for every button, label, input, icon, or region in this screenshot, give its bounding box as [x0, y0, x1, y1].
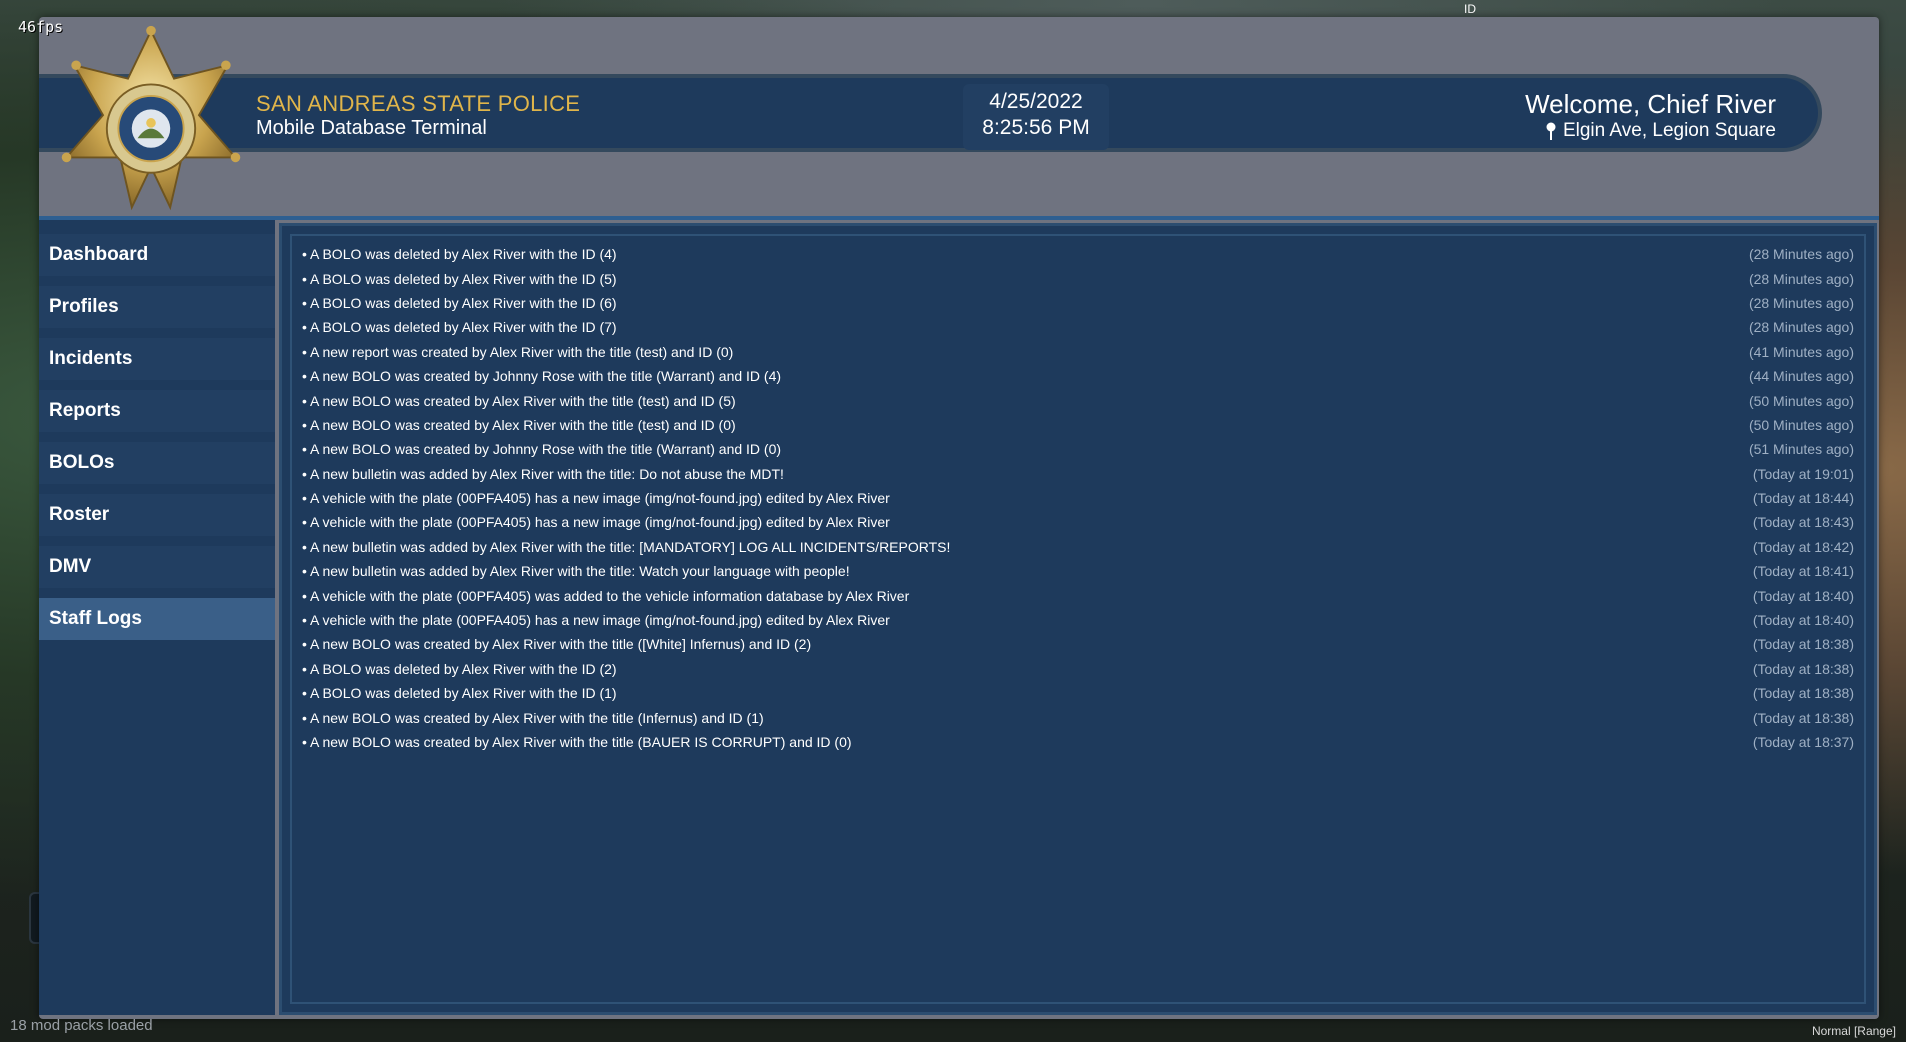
log-text: • A new bulletin was added by Alex River…: [302, 563, 850, 580]
log-time: (28 Minutes ago): [1748, 294, 1854, 311]
fps-counter: 46fps: [18, 18, 64, 36]
log-row: • A vehicle with the plate (00PFA405) ha…: [302, 510, 1854, 534]
log-text: • A BOLO was deleted by Alex River with …: [302, 270, 617, 287]
log-text: • A new bulletin was added by Alex River…: [302, 538, 951, 555]
log-time: (28 Minutes ago): [1748, 319, 1854, 336]
log-row: • A new BOLO was created by Alex River w…: [302, 413, 1854, 437]
log-text: • A BOLO was deleted by Alex River with …: [302, 685, 617, 702]
log-time: (50 Minutes ago): [1748, 416, 1854, 433]
log-time: (28 Minutes ago): [1748, 246, 1854, 263]
log-time: (Today at 18:40): [1752, 587, 1854, 604]
mdt-window: SAN ANDREAS STATE POLICE Mobile Database…: [39, 17, 1879, 1019]
log-time: (Today at 18:42): [1752, 538, 1854, 555]
log-time: (41 Minutes ago): [1748, 343, 1854, 360]
log-time: (Today at 18:38): [1752, 709, 1854, 726]
sidebar-item-dashboard[interactable]: Dashboard: [39, 234, 275, 276]
log-row: • A new BOLO was created by Johnny Rose …: [302, 437, 1854, 461]
state-police-badge-icon: [61, 25, 241, 211]
log-text: • A new BOLO was created by Alex River w…: [302, 709, 764, 726]
log-row: • A new BOLO was created by Alex River w…: [302, 388, 1854, 412]
log-text: • A BOLO was deleted by Alex River with …: [302, 246, 617, 263]
log-time: (Today at 18:38): [1752, 636, 1854, 653]
log-row: • A new report was created by Alex River…: [302, 340, 1854, 364]
current-time: 8:25:56 PM: [982, 116, 1090, 139]
log-time: (28 Minutes ago): [1748, 270, 1854, 287]
log-row: • A new BOLO was created by Johnny Rose …: [302, 364, 1854, 388]
log-row: • A vehicle with the plate (00PFA405) wa…: [302, 583, 1854, 607]
log-row: • A BOLO was deleted by Alex River with …: [302, 266, 1854, 290]
log-row: • A BOLO was deleted by Alex River with …: [302, 657, 1854, 681]
log-time: (Today at 18:41): [1752, 563, 1854, 580]
log-text: • A new BOLO was created by Johnny Rose …: [302, 368, 782, 385]
log-time: (Today at 18:44): [1752, 490, 1854, 507]
log-text: • A new BOLO was created by Alex River w…: [302, 416, 736, 433]
log-time: (44 Minutes ago): [1748, 368, 1854, 385]
log-row: • A vehicle with the plate (00PFA405) ha…: [302, 608, 1854, 632]
log-time: (51 Minutes ago): [1748, 441, 1854, 458]
sidebar-item-roster[interactable]: Roster: [39, 494, 275, 536]
log-text: • A vehicle with the plate (00PFA405) ha…: [302, 612, 890, 629]
log-text: • A vehicle with the plate (00PFA405) ha…: [302, 514, 890, 531]
sidebar-item-staff-logs[interactable]: Staff Logs: [39, 598, 275, 640]
log-row: • A new BOLO was created by Alex River w…: [302, 730, 1854, 754]
log-row: • A vehicle with the plate (00PFA405) ha…: [302, 486, 1854, 510]
log-time: (Today at 18:37): [1752, 734, 1854, 750]
mode-indicator: Normal [Range]: [1811, 1024, 1896, 1038]
log-text: • A new BOLO was created by Alex River w…: [302, 734, 852, 750]
log-text: • A new bulletin was added by Alex River…: [302, 465, 784, 482]
log-row: • A BOLO was deleted by Alex River with …: [302, 315, 1854, 339]
log-row: • A BOLO was deleted by Alex River with …: [302, 242, 1854, 266]
log-text: • A new BOLO was created by Johnny Rose …: [302, 441, 782, 458]
log-time: (Today at 18:43): [1752, 514, 1854, 531]
log-time: (Today at 18:38): [1752, 685, 1854, 702]
log-text: • A new BOLO was created by Alex River w…: [302, 392, 736, 409]
agency-title: SAN ANDREAS STATE POLICE: [256, 91, 581, 116]
log-row: • A new bulletin was added by Alex River…: [302, 462, 1854, 486]
log-row: • A new BOLO was created by Alex River w…: [302, 632, 1854, 656]
welcome-message: Welcome, Chief River: [1525, 89, 1776, 119]
header-divider: [39, 216, 1879, 220]
location-pin-icon: [1546, 122, 1556, 140]
log-text: • A BOLO was deleted by Alex River with …: [302, 319, 617, 336]
log-time: (Today at 19:01): [1752, 465, 1854, 482]
mod-pack-status: 18 mod packs loaded: [10, 1017, 153, 1034]
log-text: • A vehicle with the plate (00PFA405) wa…: [302, 587, 910, 604]
log-text: • A vehicle with the plate (00PFA405) ha…: [302, 490, 890, 507]
sidebar-item-bolos[interactable]: BOLOs: [39, 442, 275, 484]
location-display: Elgin Ave, Legion Square: [1545, 120, 1776, 142]
log-time: (Today at 18:40): [1752, 612, 1854, 629]
log-text: • A new report was created by Alex River…: [302, 343, 734, 360]
staff-logs-list[interactable]: • A BOLO was deleted by Alex River with …: [290, 234, 1866, 1004]
log-time: (Today at 18:38): [1752, 660, 1854, 677]
log-row: • A new bulletin was added by Alex River…: [302, 535, 1854, 559]
log-text: • A BOLO was deleted by Alex River with …: [302, 660, 617, 677]
sidebar-item-profiles[interactable]: Profiles: [39, 286, 275, 328]
log-text: • A new BOLO was created by Alex River w…: [302, 636, 812, 653]
id-indicator: ID: [1464, 2, 1476, 16]
terminal-subtitle: Mobile Database Terminal: [256, 117, 487, 139]
log-row: • A new bulletin was added by Alex River…: [302, 559, 1854, 583]
sidebar-item-dmv[interactable]: DMV: [39, 546, 275, 588]
log-row: • A new BOLO was created by Alex River w…: [302, 705, 1854, 729]
current-date: 4/25/2022: [989, 90, 1083, 113]
log-row: • A BOLO was deleted by Alex River with …: [302, 681, 1854, 705]
sidebar-item-reports[interactable]: Reports: [39, 390, 275, 432]
log-row: • A BOLO was deleted by Alex River with …: [302, 291, 1854, 315]
sidebar-item-incidents[interactable]: Incidents: [39, 338, 275, 380]
datetime-display: 4/25/2022 8:25:56 PM: [963, 84, 1109, 150]
log-text: • A BOLO was deleted by Alex River with …: [302, 294, 617, 311]
location-text: Elgin Ave, Legion Square: [1562, 120, 1776, 141]
log-time: (50 Minutes ago): [1748, 392, 1854, 409]
sidebar-nav: Dashboard Profiles Incidents Reports BOL…: [39, 220, 275, 1015]
